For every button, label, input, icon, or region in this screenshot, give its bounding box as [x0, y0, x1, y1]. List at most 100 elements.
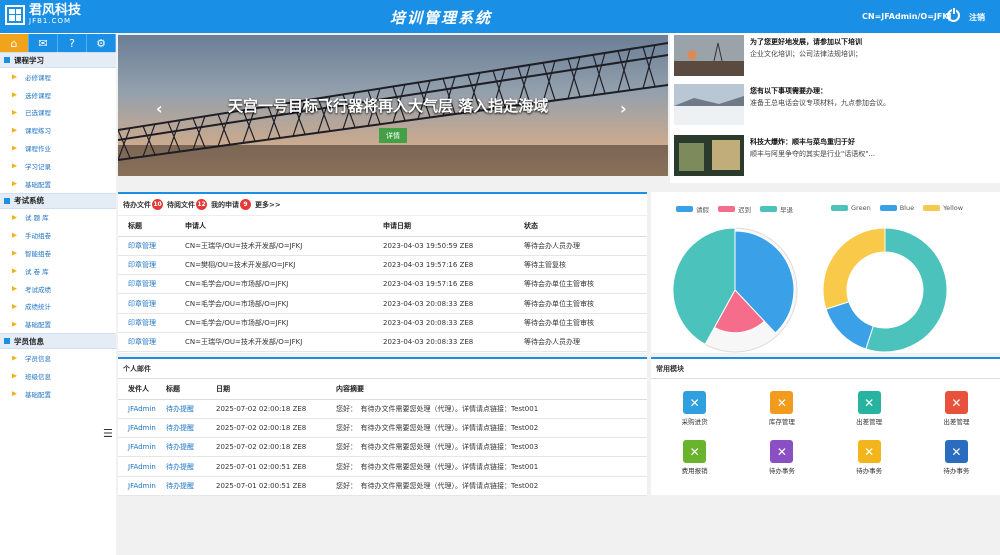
sidebar-item[interactable]: 基础配置	[0, 315, 116, 333]
mail-icon[interactable]: ✉	[29, 34, 58, 52]
table-cell: 等待会办人员办理	[524, 236, 647, 256]
task-tabs: 待办文件 10 待阅文件 12 我的申请 9 更多>>	[118, 194, 647, 216]
sidebar-item[interactable]: 必修课程	[0, 68, 116, 86]
table-cell[interactable]: 待办提醒	[166, 399, 216, 419]
table-cell: 2025-07-01 02:00:51 ZE8	[216, 476, 336, 496]
table-cell[interactable]: JFAdmin	[118, 418, 166, 439]
table-row[interactable]: 印章管理 CN=毛学会/OU=市场部/O=JFKJ 2023-04-03 20:08…	[118, 293, 647, 314]
mail-table: 发件人 标题 日期 内容摘要 JFAdmin 待办提醒 2025-07-02 02:00:…	[118, 379, 647, 496]
table-cell: CN=毛学会/OU=市场部/O=JFKJ	[185, 293, 383, 314]
module-item[interactable]: ✕ 待办事务	[738, 440, 825, 475]
sidebar-item[interactable]: 学习记录	[0, 157, 116, 175]
tab-myapply[interactable]: 我的申请 9	[211, 199, 251, 210]
more-link[interactable]: 更多>>	[255, 200, 281, 210]
table-cell[interactable]: JFAdmin	[118, 399, 166, 419]
sidebar-item[interactable]: 选修课程	[0, 86, 116, 104]
table-row[interactable]: JFAdmin 待办提醒 2025-07-01 02:00:51 ZE8 您好： 有待…	[118, 476, 647, 496]
table-row[interactable]: JFAdmin 待办提醒 2025-07-02 02:00:18 ZE8 您好： 有待…	[118, 418, 647, 439]
table-row[interactable]: JFAdmin 待办提醒 2025-07-01 02:00:51 ZE8 您好： 有待…	[118, 456, 647, 477]
sidebar-item[interactable]: 基础配置	[0, 385, 116, 403]
sidebar-item[interactable]: 班级信息	[0, 367, 116, 385]
table-cell[interactable]: 印章管理	[118, 313, 185, 333]
table-cell[interactable]: JFAdmin	[118, 456, 166, 477]
sidebar-menu: 课程学习 必修课程 选修课程 已选课程 课程练习 课程作业 学习记录 基础配置 考试系统试 题 …	[0, 52, 116, 403]
news-item[interactable]: 为了您更好地发展，请参加以下培训 企业文化培训；公司法律法规培训；	[674, 35, 862, 76]
module-item[interactable]: ✕ 出差管理	[913, 391, 1000, 426]
sidebar-item[interactable]: 课程练习	[0, 121, 116, 139]
logo-sub: JFB1.COM	[29, 17, 72, 25]
table-cell[interactable]: 待办提醒	[166, 418, 216, 439]
table-row[interactable]: JFAdmin 待办提醒 2025-07-02 02:00:18 ZE8 您好： 有待…	[118, 437, 647, 458]
module-icon: ✕	[683, 440, 707, 463]
news-item[interactable]: 您有以下事项需要办理： 准备王总电话会议专项材料，九点参加会议。	[674, 84, 890, 125]
table-cell[interactable]: JFAdmin	[118, 476, 166, 496]
module-label: 待办事务	[943, 467, 970, 475]
home-icon[interactable]: ⌂	[0, 34, 29, 52]
news-desc: 准备王总电话会议专项材料，九点参加会议。	[750, 99, 890, 107]
news-title: 为了您更好地发展，请参加以下培训	[750, 38, 862, 46]
menu-toggle-icon[interactable]: ☰	[103, 427, 113, 440]
table-cell: 等待会办单位主管审核	[524, 293, 647, 314]
count-badge: 9	[240, 199, 251, 210]
banner-title: 天宫一号目标飞行器将再入大气层 落入指定海域	[228, 97, 549, 115]
tab-label: 待阅文件	[167, 200, 195, 209]
pie-slice-Yellow[interactable]	[822, 227, 886, 310]
sidebar-item[interactable]: 手动组卷	[0, 226, 116, 244]
module-item[interactable]: ✕ 采购进货	[651, 391, 738, 426]
sidebar-item[interactable]: 学员信息	[0, 349, 116, 367]
table-cell[interactable]: 待办提醒	[166, 437, 216, 458]
table-row[interactable]: 印章管理 CN=王瑞华/OU=技术开发部/O=JFKJ 2023-04-03 19:…	[118, 236, 647, 256]
sidebar-item[interactable]: 试 题 库	[0, 209, 116, 227]
sidebar-item[interactable]: 成绩统计	[0, 298, 116, 316]
banner-carousel[interactable]: ‹ › 天宫一号目标飞行器将再入大气层 落入指定海域 详情	[118, 35, 668, 176]
sidebar-section-title[interactable]: 课程学习	[0, 52, 116, 68]
count-badge: 10	[152, 199, 163, 210]
logout-link[interactable]: 注销	[969, 12, 985, 23]
next-arrow-icon[interactable]: ›	[620, 99, 627, 118]
tab-toread[interactable]: 待阅文件 12	[167, 199, 207, 210]
sidebar-item[interactable]: 试 卷 库	[0, 262, 116, 280]
help-icon[interactable]: ?	[58, 34, 87, 52]
table-cell: 等待主管复核	[524, 255, 647, 276]
table-cell[interactable]: 印章管理	[118, 274, 185, 295]
module-item[interactable]: ✕ 库存管理	[738, 391, 825, 426]
table-row[interactable]: 印章管理 CN=毛学会/OU=市场部/O=JFKJ 2023-04-03 19:57…	[118, 274, 647, 295]
table-cell[interactable]: 印章管理	[118, 236, 185, 256]
count-badge: 12	[196, 199, 207, 210]
table-cell: CN=王瑞华/OU=技术开发部/O=JFKJ	[185, 332, 383, 353]
sidebar-section-title[interactable]: 学员信息	[0, 333, 116, 350]
tab-todo[interactable]: 待办文件 10	[123, 199, 163, 210]
sidebar-item[interactable]: 课程作业	[0, 139, 116, 157]
sidebar-item[interactable]: 智能组卷	[0, 244, 116, 262]
power-icon[interactable]	[947, 8, 960, 22]
logo-mark	[5, 4, 25, 25]
table-cell[interactable]: 印章管理	[118, 255, 185, 276]
table-cell[interactable]: 待办提醒	[166, 476, 216, 496]
table-cell[interactable]: 印章管理	[118, 293, 185, 314]
module-label: 待办事务	[856, 467, 883, 475]
module-item[interactable]: ✕ 出差管理	[826, 391, 913, 426]
module-item[interactable]: ✕ 待办事务	[913, 440, 1000, 475]
table-row[interactable]: JFAdmin 待办提醒 2025-07-02 02:00:18 ZE8 您好： 有待…	[118, 399, 647, 419]
news-item[interactable]: 科技大爆炸：顺丰与菜鸟重归于好 顺丰与阿里争夺的其实是行业"话语权"...	[674, 135, 875, 176]
module-item[interactable]: ✕ 费用报销	[651, 440, 738, 475]
banner-detail-button[interactable]: 详情	[379, 128, 407, 143]
sidebar-item[interactable]: 基础配置	[0, 175, 116, 193]
mail-panel: 个人邮件 发件人 标题 日期 内容摘要 JFAdmin 待办提醒 2025-07-02 0…	[118, 357, 647, 496]
table-cell: 您好： 有待办文件需要您处理（代理）。详情请点链接：Test003	[336, 437, 647, 458]
pie-slice-Blue[interactable]	[825, 301, 874, 350]
table-row[interactable]: 印章管理 CN=毛学会/OU=市场部/O=JFKJ 2023-04-03 20:08…	[118, 313, 647, 333]
table-cell[interactable]: JFAdmin	[118, 437, 166, 458]
table-cell[interactable]: 待办提醒	[166, 456, 216, 477]
gear-icon[interactable]: ⚙	[87, 34, 116, 52]
module-item[interactable]: ✕ 待办事务	[826, 440, 913, 475]
table-row[interactable]: 印章管理 CN=樊栩/OU=技术开发部/O=JFKJ 2023-04-03 19:5…	[118, 255, 647, 276]
sidebar-section-title[interactable]: 考试系统	[0, 192, 116, 209]
table-cell[interactable]: 印章管理	[118, 332, 185, 353]
sidebar-item[interactable]: 考试成绩	[0, 280, 116, 298]
module-icon: ✕	[770, 440, 794, 463]
sidebar-item[interactable]: 已选课程	[0, 104, 116, 122]
system-title: 培训管理系统	[390, 9, 493, 27]
prev-arrow-icon[interactable]: ‹	[156, 99, 163, 118]
table-row[interactable]: 印章管理 CN=王瑞华/OU=技术开发部/O=JFKJ 2023-04-03 20:…	[118, 332, 647, 353]
